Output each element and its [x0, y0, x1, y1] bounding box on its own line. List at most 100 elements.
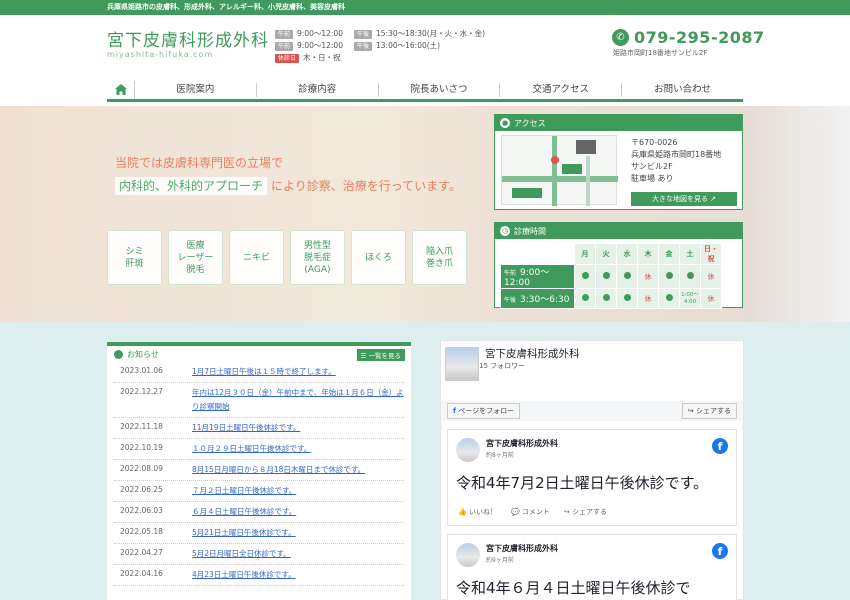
- news-link[interactable]: ６月４日土曜日午後休診です。: [192, 505, 404, 519]
- day-header: 日・祝: [700, 243, 722, 265]
- phone-link[interactable]: ✆ 079-295-2087: [612, 28, 765, 47]
- post-author[interactable]: 宮下皮膚科形成外科 約8ヶ月前: [486, 438, 558, 462]
- facebook-share-button[interactable]: ↪ シェアする: [681, 403, 737, 419]
- avatar[interactable]: [456, 543, 480, 567]
- schedule-row-afternoon: 午後 3:30〜6:30 休 1:00〜 4:00 休: [500, 288, 722, 309]
- header-hours-afternoon: 午後 15:30〜18:30(月・火・水・金) 午後 13:00〜16:00(土): [354, 28, 485, 52]
- news-item: 2022.11.18 11月19日土曜日午後休診です。: [114, 418, 404, 439]
- service-button-laser-hair-removal[interactable]: 医療 レーザー 脱毛: [168, 230, 223, 285]
- nav-item-services[interactable]: 診療内容: [257, 82, 379, 97]
- facebook-page-header: 宮下皮膚科形成外科 15 フォロワー: [441, 341, 743, 401]
- slot-cell: [595, 264, 617, 289]
- news-date: 2022.11.18: [120, 422, 163, 431]
- post-time: 約9ヶ月前: [486, 557, 514, 564]
- post-header: 宮下皮膚科形成外科 約9ヶ月前: [448, 535, 736, 567]
- header-address: 姫路市岡町18番地サンビル2F: [613, 49, 708, 57]
- service-button-acne[interactable]: ニキビ: [229, 230, 284, 285]
- nav-item-about[interactable]: 医院案内: [135, 82, 257, 97]
- slot-cell-closed: 休: [637, 288, 659, 309]
- news-item: 2022.06.25 ７月２日土曜日午後休診です。: [114, 481, 404, 502]
- news-link[interactable]: 1月7日土曜日午後は１５時で終了します。: [192, 365, 404, 379]
- service-button-aga[interactable]: 男性型 脱毛症 (AGA): [290, 230, 345, 285]
- facebook-post: 宮下皮膚科形成外科 約8ヶ月前 f 令和4年7月2日土曜日午後休診です。 👍 い…: [447, 429, 737, 526]
- day-header: 火: [595, 243, 617, 265]
- like-button[interactable]: 👍 いいね！: [458, 507, 497, 517]
- facebook-widget: 宮下皮膚科形成外科 15 フォロワー f ページをフォロー ↪ シェアする 宮下…: [440, 340, 744, 600]
- slot-cell-closed: 休: [637, 264, 659, 289]
- map-pin-icon: ●: [500, 118, 510, 128]
- news-date: 2022.04.27: [120, 548, 163, 557]
- slot-label: 午後 3:30〜6:30: [500, 288, 575, 309]
- news-panel: お知らせ ☰ 一覧を見る 2023.01.06 1月7日土曜日午後は１５時で終了し…: [107, 342, 411, 600]
- news-link[interactable]: 5月2日月曜日全日休診です。: [192, 547, 404, 561]
- open-dot-icon: [623, 272, 631, 279]
- schedule-panel-header: ◷ 診療時間: [495, 223, 742, 239]
- facebook-page-name[interactable]: 宮下皮膚科形成外科: [485, 347, 580, 361]
- hours-tag: 午後: [354, 29, 373, 39]
- day-header: 木: [637, 243, 659, 265]
- postal-code: 〒670-0026: [631, 138, 678, 147]
- slot-cell: [616, 264, 638, 289]
- news-link[interactable]: 11月19日土曜日午後休診です。: [192, 421, 404, 435]
- news-link[interactable]: 年内は12月３０日（金）午前中まで、年始は１月６日（金）より診察開始: [192, 386, 404, 414]
- closed-day-tag: 休診日: [275, 53, 300, 63]
- schedule-corner: [500, 243, 575, 265]
- hours-time: 15:30〜18:30(月・火・水・金): [376, 29, 486, 38]
- map-illustration: [502, 136, 618, 206]
- news-link[interactable]: 5月21日土曜日午後休診です。: [192, 526, 404, 540]
- post-author[interactable]: 宮下皮膚科形成外科 約9ヶ月前: [486, 543, 558, 567]
- nav-item-access[interactable]: 交通アクセス: [500, 82, 623, 97]
- news-date: 2022.08.09: [120, 464, 163, 473]
- news-link[interactable]: ７月２日土曜日午後休診です。: [192, 484, 404, 498]
- large-map-button[interactable]: 大きな地図を見る ↗: [631, 192, 737, 206]
- hours-time: 9:00〜12:00: [297, 29, 343, 38]
- day-header: 金: [658, 243, 680, 265]
- news-date: 2022.05.18: [120, 527, 163, 536]
- news-list: 2023.01.06 1月7日土曜日午後は１５時で終了します。 2022.12.27…: [107, 362, 411, 586]
- clinic-logo-title[interactable]: 宮下皮膚科形成外科: [107, 26, 269, 51]
- slot-cell-closed: 休: [700, 264, 722, 289]
- post-time: 約8ヶ月前: [486, 452, 514, 459]
- news-date: 2022.06.03: [120, 506, 163, 515]
- nav-item-contact[interactable]: お問い合わせ: [622, 83, 743, 97]
- comment-button[interactable]: 💬 コメント: [511, 507, 550, 517]
- slot-cell: [658, 288, 680, 309]
- open-dot-icon: [581, 272, 589, 279]
- slot-cell: [595, 288, 617, 309]
- service-button-moles[interactable]: ほくろ: [351, 230, 406, 285]
- hours-time: 9:00〜12:00: [297, 41, 343, 50]
- avatar[interactable]: [456, 438, 480, 462]
- news-item: 2022.05.18 5月21日土曜日午後休診です。: [114, 523, 404, 544]
- news-link[interactable]: １０月２９日土曜日午後休診です。: [192, 442, 404, 456]
- slot-cell: [679, 264, 701, 289]
- slot-cell-saturday: 1:00〜 4:00: [679, 288, 701, 309]
- slot-cell: [658, 264, 680, 289]
- access-panel-header: ● アクセス: [495, 115, 742, 131]
- hero-tagline-2: 内科的、外科的アプローチ により診察、治療を行っています。: [115, 177, 461, 195]
- post-actions: 👍 いいね！ 💬 コメント ↪ シェアする: [448, 503, 736, 525]
- news-link[interactable]: 4月23日土曜日午後休診です。: [192, 568, 404, 582]
- clock-icon: ◷: [500, 226, 510, 236]
- service-button-spots[interactable]: シミ 肝斑: [107, 230, 162, 285]
- schedule-title: 診療時間: [514, 226, 546, 236]
- schedule-panel: ◷ 診療時間 月 火 水 木 金 土 日・祝 午前 9:00〜12:00 休 休 …: [494, 222, 743, 309]
- day-header: 土: [679, 243, 701, 265]
- news-date: 2022.06.25: [120, 485, 163, 494]
- service-button-ingrown-nail[interactable]: 陥入爪 巻き爪: [412, 230, 467, 285]
- access-mini-map[interactable]: [501, 135, 618, 206]
- facebook-follow-button[interactable]: f ページをフォロー: [447, 403, 521, 419]
- facebook-page-thumbnail[interactable]: [445, 347, 479, 381]
- nav-item-greeting[interactable]: 院長あいさつ: [379, 82, 501, 97]
- open-dot-icon: [602, 272, 610, 279]
- phone-icon: ✆: [612, 29, 629, 46]
- news-item: 2022.08.09 8月15日月曜日から８月18日木曜日まで休診です。: [114, 460, 404, 481]
- news-list-button[interactable]: ☰ 一覧を見る: [356, 349, 405, 361]
- news-item: 2023.01.06 1月7日土曜日午後は１５時で終了します。: [114, 362, 404, 383]
- news-link[interactable]: 8月15日月曜日から８月18日木曜日まで休診です。: [192, 463, 404, 477]
- post-share-button[interactable]: ↪ シェアする: [564, 507, 607, 517]
- nav-home[interactable]: [107, 80, 135, 99]
- news-item: 2022.10.19 １０月２９日土曜日午後休診です。: [114, 439, 404, 460]
- news-date: 2023.01.06: [120, 366, 163, 375]
- post-header: 宮下皮膚科形成外科 約8ヶ月前: [448, 430, 736, 462]
- news-item: 2022.04.27 5月2日月曜日全日休診です。: [114, 544, 404, 565]
